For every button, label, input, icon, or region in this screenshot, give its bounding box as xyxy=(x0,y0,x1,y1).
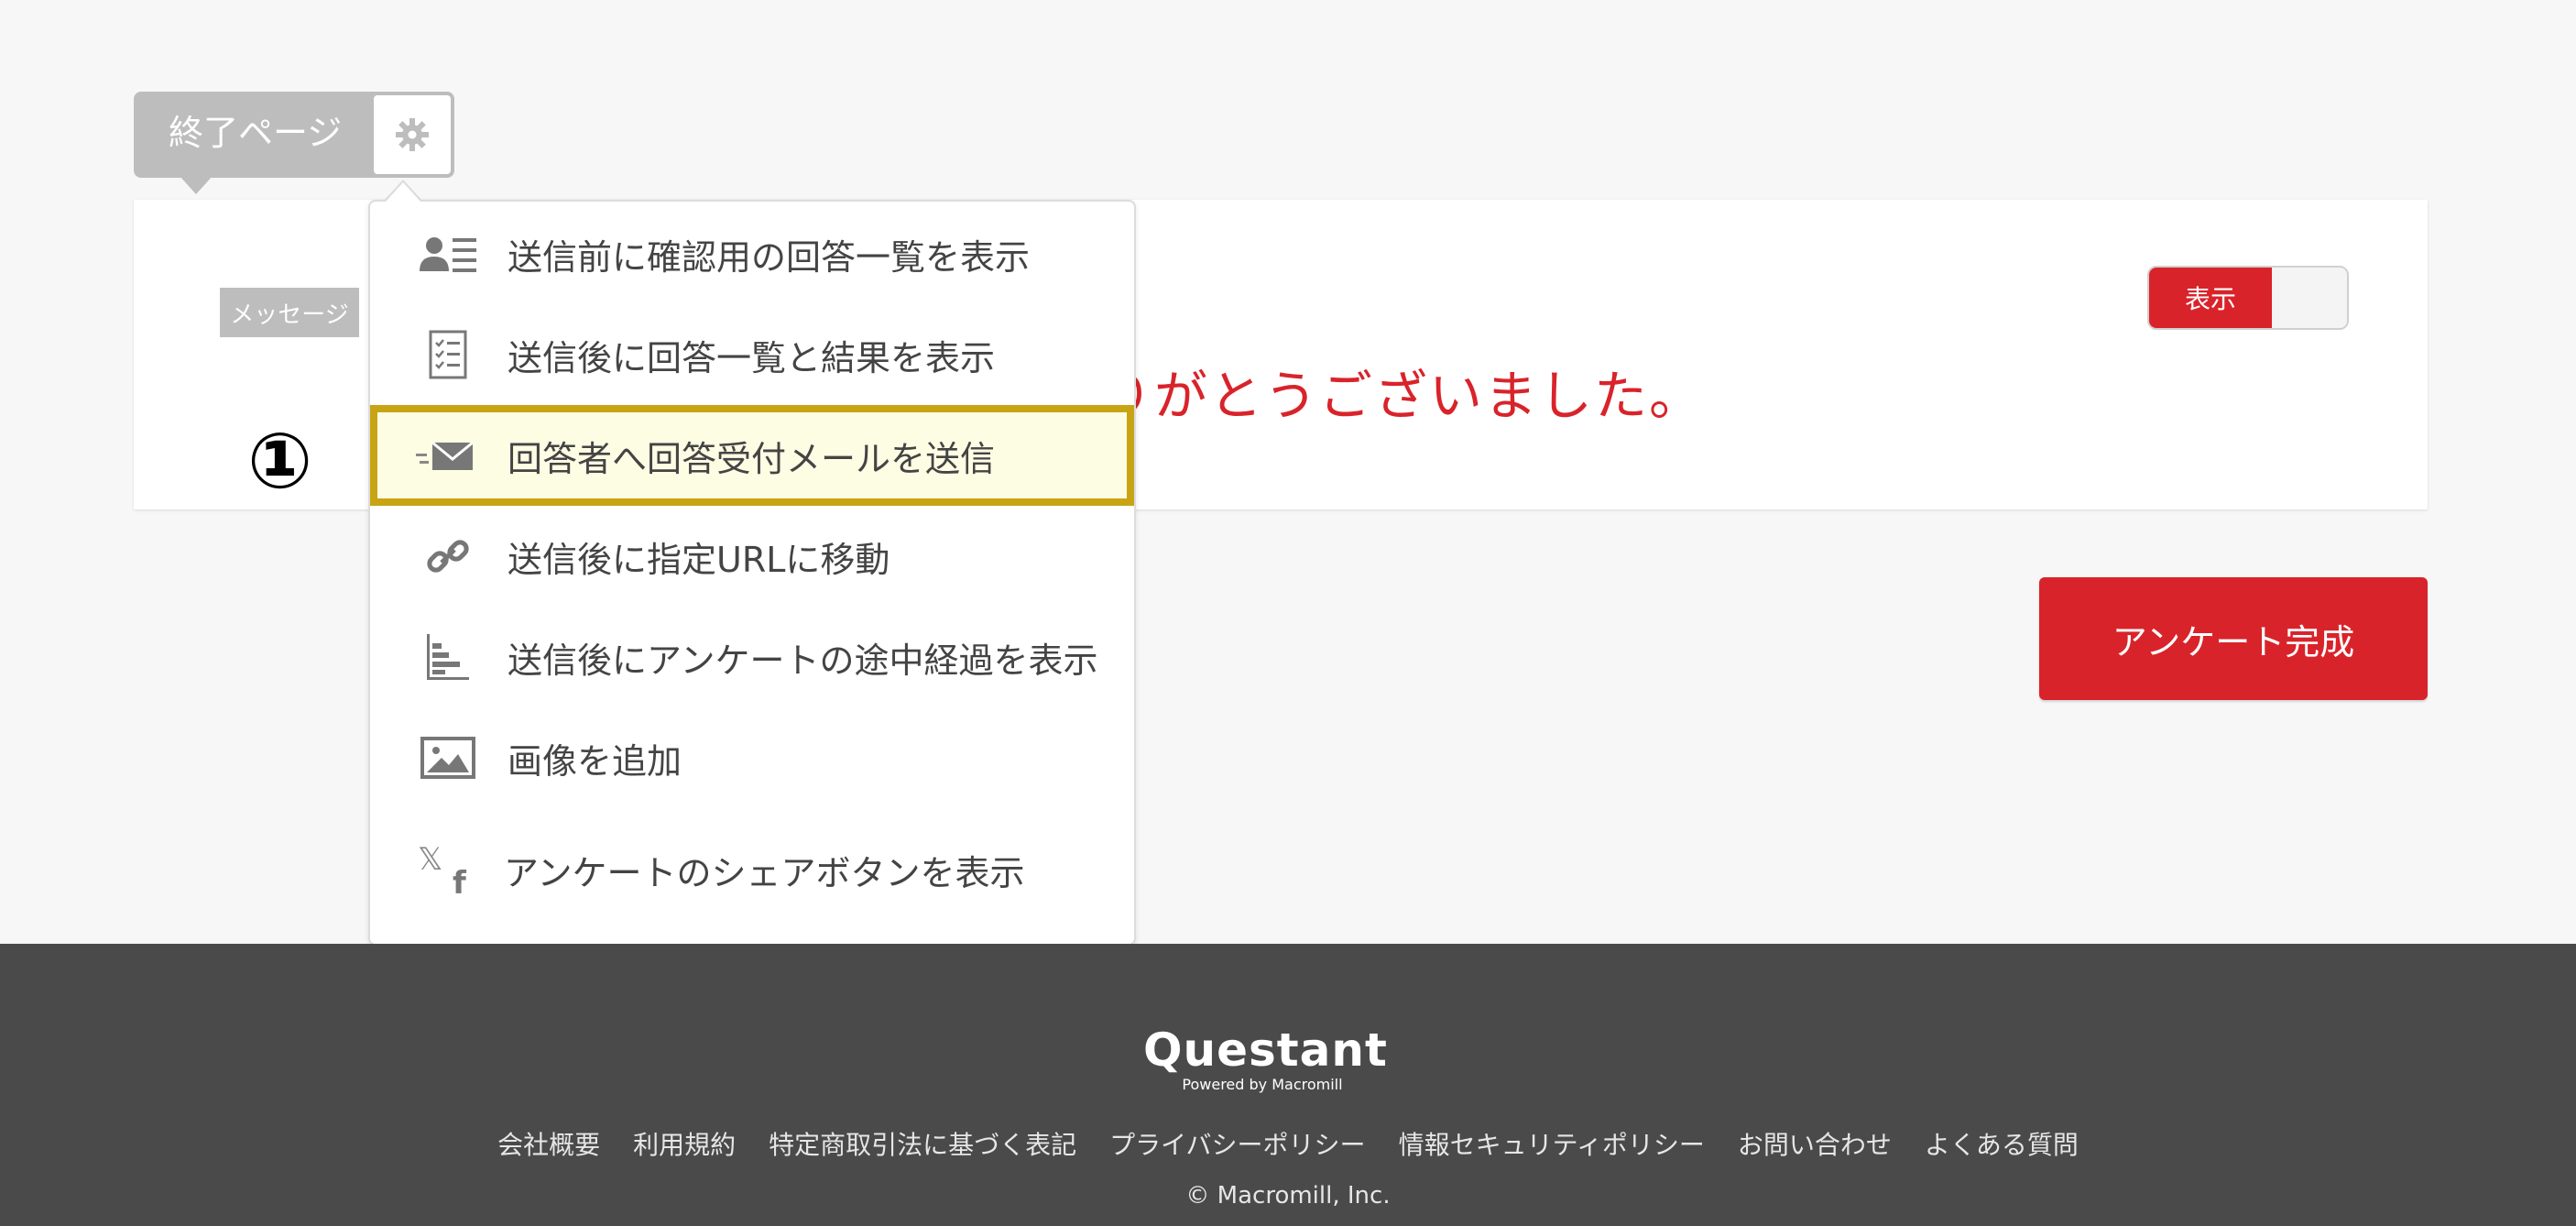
menu-item-label: 画像を追加 xyxy=(508,740,682,782)
footer-link[interactable]: 利用規約 xyxy=(633,1125,736,1162)
menu-item-3[interactable]: 回答者へ回答受付メールを送信 xyxy=(370,405,1134,506)
menu-item-4[interactable]: 送信後に指定URLに移動 xyxy=(370,506,1134,607)
menu-item-label: 送信前に確認用の回答一覧を表示 xyxy=(508,236,1031,278)
thanks-message[interactable]: りがとうございました。 xyxy=(1099,359,1704,432)
bar-chart-icon xyxy=(370,632,508,682)
end-page-settings-menu: 送信前に確認用の回答一覧を表示 送信後に回答一覧と結果を表示 回答者へ回答受付メール… xyxy=(368,200,1136,946)
message-tag: メッセージ xyxy=(220,288,359,337)
menu-item-2[interactable]: 送信後に回答一覧と結果を表示 xyxy=(370,304,1134,405)
footer-link[interactable]: お問い合わせ xyxy=(1738,1125,1892,1162)
footer-link[interactable]: 情報セキュリティポリシー xyxy=(1399,1125,1705,1162)
footer-link[interactable]: 会社概要 xyxy=(497,1125,600,1162)
menu-item-label: 送信後に指定URLに移動 xyxy=(508,539,890,580)
mail-send-icon xyxy=(370,437,508,474)
menu-item-label: 回答者へ回答受付メールを送信 xyxy=(508,438,996,479)
display-toggle-knob xyxy=(2274,268,2347,328)
menu-item-label: 送信後に回答一覧と結果を表示 xyxy=(508,337,996,378)
link-icon xyxy=(370,531,508,581)
logo-wordmark: Questant xyxy=(1143,1023,1388,1077)
logo-subtitle: Powered by Macromill xyxy=(1182,1076,1343,1093)
page-tab-pointer xyxy=(180,176,213,194)
footer-links: 会社概要 利用規約 特定商取引法に基づく表記 プライバシーポリシー 情報セキュリティポリ… xyxy=(0,1125,2576,1162)
annotation-marker: ① xyxy=(247,416,313,506)
display-toggle[interactable]: 表示 xyxy=(2147,266,2349,330)
footer-link[interactable]: 特定商取引法に基づく表記 xyxy=(769,1125,1076,1162)
checklist-icon xyxy=(370,330,508,379)
menu-item-7[interactable]: 𝕏f アンケートのシェアボタンを表示 xyxy=(370,819,1134,920)
x-facebook-icon: 𝕏f xyxy=(370,842,508,897)
footer-link[interactable]: プライバシーポリシー xyxy=(1109,1125,1365,1162)
svg-text:f: f xyxy=(453,865,467,897)
page-settings-button[interactable] xyxy=(374,95,451,174)
menu-item-1[interactable]: 送信前に確認用の回答一覧を表示 xyxy=(370,203,1134,304)
menu-item-6[interactable]: 画像を追加 xyxy=(370,707,1134,808)
complete-survey-button[interactable]: アンケート完成 xyxy=(2039,577,2428,700)
gear-icon xyxy=(396,118,429,151)
footer-link[interactable]: よくある質問 xyxy=(1925,1125,2079,1162)
questant-logo[interactable]: Questant Powered by Macromill xyxy=(1143,1023,1388,1094)
menu-item-label: 送信後にアンケートの途中経過を表示 xyxy=(508,640,1098,681)
copyright: © Macromill, Inc. xyxy=(1185,1182,1391,1210)
menu-item-5[interactable]: 送信後にアンケートの途中経過を表示 xyxy=(370,607,1134,707)
image-icon xyxy=(370,736,508,780)
svg-text:𝕏: 𝕏 xyxy=(418,842,442,878)
user-list-icon xyxy=(370,231,508,277)
menu-caret-inner xyxy=(386,182,420,202)
display-toggle-label: 表示 xyxy=(2149,268,2272,328)
page-tab-label: 終了ページ xyxy=(169,113,343,153)
menu-item-label: アンケートのシェアボタンを表示 xyxy=(504,852,1025,893)
